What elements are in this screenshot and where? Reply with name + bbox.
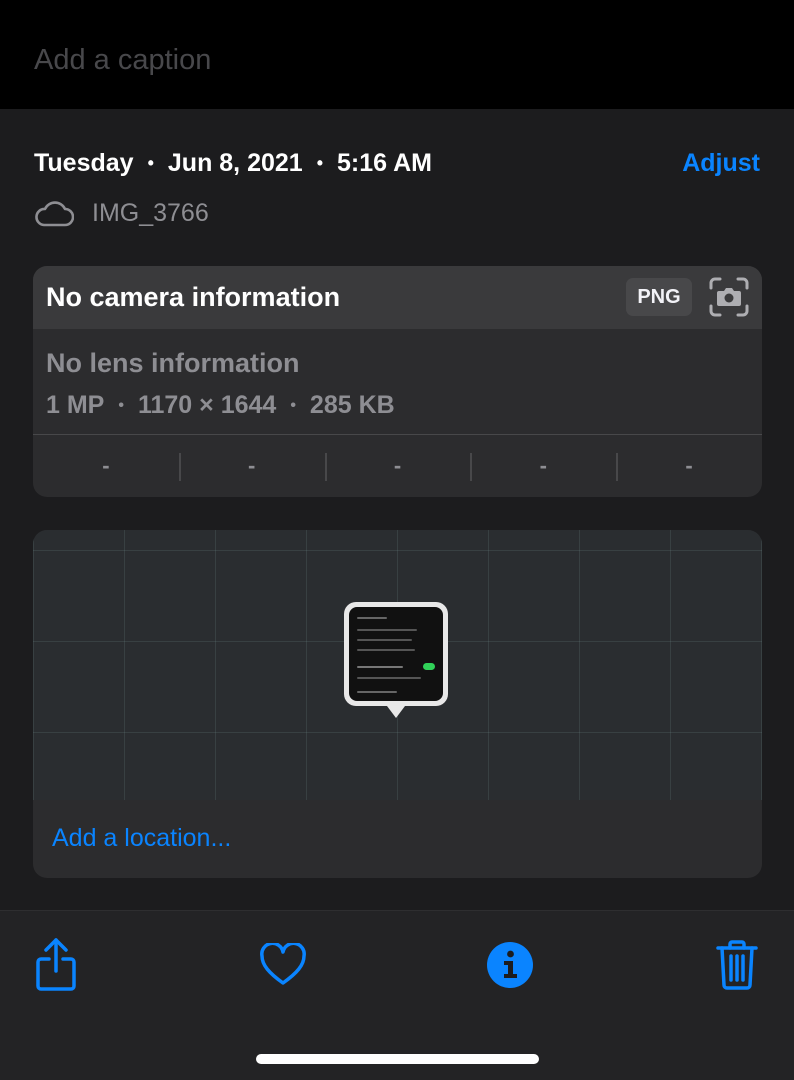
pin-frame [344, 602, 448, 706]
file-size: 285 KB [309, 391, 395, 419]
exif-exposure-value: - [324, 435, 471, 497]
share-button[interactable] [26, 935, 86, 995]
photo-map-pin[interactable] [344, 602, 448, 720]
camera-card-header: No camera information PNG [33, 266, 762, 329]
day-label: Tuesday [34, 149, 134, 177]
dimensions: 1170 × 1644 [137, 391, 277, 419]
exif-iso: - [102, 453, 110, 478]
date-time-line: Tuesday • Jun 8, 2021 • 5:16 AM [34, 149, 432, 178]
map-view[interactable] [33, 530, 762, 800]
image-specs: 1 MP • 1170 × 1644 • 285 KB [46, 391, 395, 420]
exif-focal-length: - [178, 435, 325, 497]
location-card: Add a location... [33, 530, 762, 878]
trash-icon [716, 940, 758, 990]
adjust-button[interactable]: Adjust [682, 149, 760, 178]
separator-dot: • [316, 153, 324, 173]
caption-bar [0, 0, 794, 109]
pin-pointer [384, 702, 408, 718]
caption-input[interactable] [34, 38, 734, 82]
info-button[interactable] [480, 935, 540, 995]
delete-button[interactable] [707, 935, 767, 995]
exif-shutter-speed: - [616, 435, 762, 497]
live-text-camera-icon[interactable] [708, 276, 750, 318]
heart-icon [260, 943, 306, 985]
add-location-link[interactable]: Add a location... [52, 824, 231, 853]
file-name: IMG_3766 [92, 199, 209, 227]
favorite-button[interactable] [253, 935, 313, 995]
lens-info: No lens information [46, 348, 300, 378]
cloud-icon [35, 200, 74, 226]
exif-aperture: - [470, 435, 616, 497]
separator-dot: • [147, 153, 154, 173]
camera-title: No camera information [46, 282, 341, 312]
exif-row: - - - - - [33, 434, 762, 497]
megapixels: 1 MP [46, 391, 105, 419]
camera-info-card: No camera information PNG No lens inform… [33, 266, 762, 497]
photo-thumbnail [349, 607, 443, 701]
format-badge: PNG [626, 278, 692, 316]
bottom-toolbar [0, 910, 794, 1080]
separator-dot: • [290, 396, 296, 414]
info-icon [487, 942, 533, 988]
time-label: 5:16 AM [337, 149, 432, 177]
file-line: IMG_3766 [34, 199, 209, 228]
date-label: Jun 8, 2021 [167, 149, 303, 177]
home-indicator [256, 1054, 539, 1064]
separator-dot: • [118, 396, 124, 414]
info-panel: Tuesday • Jun 8, 2021 • 5:16 AM Adjust I… [0, 109, 794, 910]
share-icon [36, 938, 76, 991]
